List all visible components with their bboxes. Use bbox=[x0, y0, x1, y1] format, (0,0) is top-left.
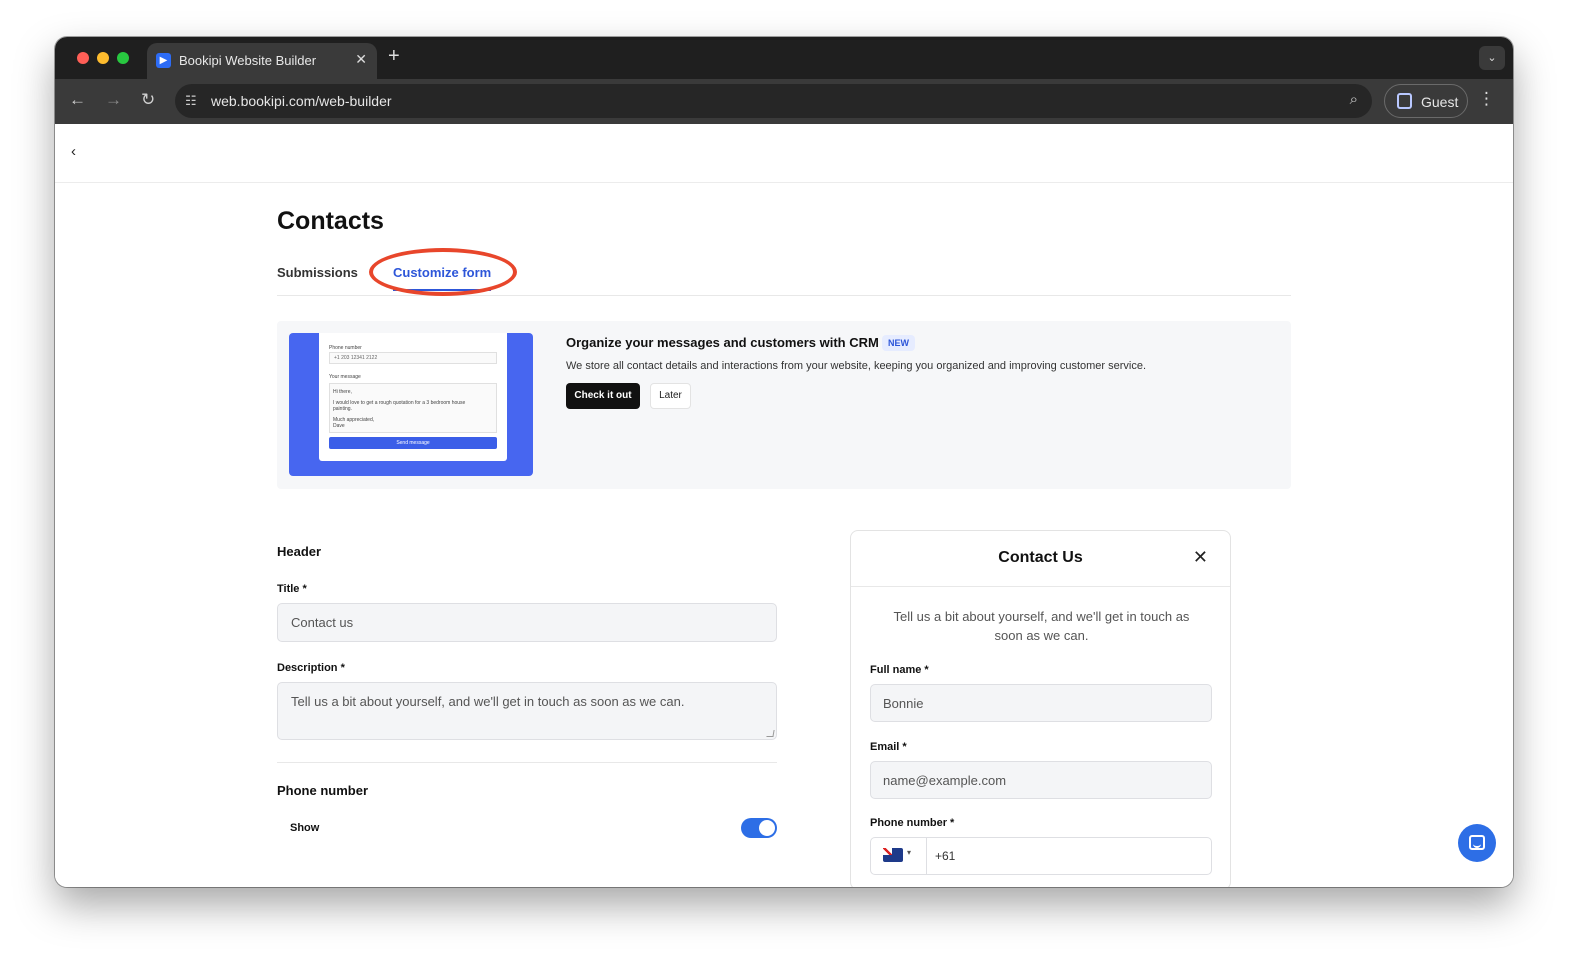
phone-separator bbox=[926, 838, 927, 874]
browser-toolbar: ← → ↻ ☷ web.bookipi.com/web-builder ⌕ Gu… bbox=[55, 79, 1513, 124]
close-window-button[interactable] bbox=[77, 52, 89, 64]
full-name-input[interactable]: Bonnie bbox=[870, 684, 1212, 722]
back-chevron-icon[interactable]: ‹ bbox=[71, 143, 76, 160]
page-title: Contacts bbox=[277, 207, 384, 235]
forward-arrow-icon[interactable]: → bbox=[105, 90, 122, 110]
browser-window: ▶ Bookipi Website Builder ✕ + ⌄ ← → ↻ ☷ … bbox=[55, 37, 1513, 887]
bookipi-favicon-icon: ▶ bbox=[156, 53, 171, 68]
description-field-label: Description * bbox=[277, 662, 345, 674]
description-textarea[interactable]: Tell us a bit about yourself, and we'll … bbox=[277, 682, 777, 740]
full-name-label: Full name * bbox=[870, 664, 929, 676]
preview-title: Contact Us bbox=[998, 549, 1083, 566]
maximize-window-button[interactable] bbox=[117, 52, 129, 64]
site-settings-icon[interactable]: ☷ bbox=[185, 93, 197, 109]
title-field-label: Title * bbox=[277, 583, 307, 595]
preview-send-button: Send message bbox=[329, 437, 497, 449]
email-label: Email * bbox=[870, 741, 907, 753]
browser-menu-icon[interactable]: ⋮ bbox=[1478, 89, 1495, 109]
tab-close-icon[interactable]: ✕ bbox=[355, 51, 367, 68]
minimize-window-button[interactable] bbox=[97, 52, 109, 64]
address-bar[interactable]: ☷ web.bookipi.com/web-builder ⌕ bbox=[175, 84, 1372, 118]
annotation-circle bbox=[369, 248, 517, 296]
preview-message-label: Your message bbox=[329, 374, 361, 380]
contact-form-preview: Contact Us ✕ Tell us a bit about yoursel… bbox=[850, 530, 1231, 887]
browser-tab[interactable]: ▶ Bookipi Website Builder ✕ bbox=[147, 43, 377, 79]
email-input[interactable]: name@example.com bbox=[870, 761, 1212, 799]
australia-flag-icon[interactable] bbox=[883, 848, 903, 862]
close-icon[interactable]: ✕ bbox=[1193, 547, 1208, 567]
profile-label: Guest bbox=[1421, 94, 1459, 110]
preview-phone-label: Phone number bbox=[329, 345, 362, 351]
header-section-title: Header bbox=[277, 544, 322, 559]
title-input[interactable]: Contact us bbox=[277, 603, 777, 642]
zoom-icon[interactable]: ⌕ bbox=[1350, 91, 1358, 108]
toggle-knob bbox=[759, 820, 775, 836]
section-divider bbox=[277, 762, 777, 763]
chat-icon bbox=[1469, 835, 1485, 850]
description-text: Tell us a bit about yourself, and we'll … bbox=[291, 694, 685, 709]
phone-section-title: Phone number bbox=[277, 783, 369, 798]
new-badge: NEW bbox=[882, 335, 915, 351]
preview-description: Tell us a bit about yourself, and we'll … bbox=[893, 609, 1190, 643]
phone-input[interactable]: ▾ +61 bbox=[870, 837, 1212, 875]
new-tab-icon[interactable]: + bbox=[388, 45, 400, 67]
reload-icon[interactable]: ↻ bbox=[141, 90, 155, 110]
browser-titlebar: ▶ Bookipi Website Builder ✕ + ⌄ bbox=[55, 37, 1513, 79]
later-button[interactable]: Later bbox=[650, 383, 691, 409]
chevron-down-icon[interactable]: ▾ bbox=[907, 848, 911, 857]
guest-profile-button[interactable]: Guest bbox=[1384, 84, 1468, 118]
check-it-out-button[interactable]: Check it out bbox=[566, 383, 640, 409]
show-phone-toggle[interactable] bbox=[741, 818, 777, 838]
tab-search-dropdown-icon[interactable]: ⌄ bbox=[1479, 46, 1505, 70]
url-text[interactable]: web.bookipi.com/web-builder bbox=[211, 93, 392, 109]
chat-support-button[interactable] bbox=[1458, 824, 1496, 862]
preview-phone-field: +1 203 12341 2122 bbox=[329, 352, 497, 364]
preview-message-body: I would love to get a rough quotation fo… bbox=[333, 400, 466, 412]
crm-preview-card: Phone number +1 203 12341 2122 Your mess… bbox=[319, 333, 507, 461]
phone-country-code: +61 bbox=[935, 849, 956, 863]
crm-heading: Organize your messages and customers wit… bbox=[566, 335, 879, 350]
phone-label: Phone number * bbox=[870, 817, 955, 829]
crm-description: We store all contact details and interac… bbox=[566, 360, 1147, 372]
show-phone-label: Show bbox=[290, 822, 320, 834]
tab-submissions[interactable]: Submissions bbox=[277, 265, 358, 280]
resize-handle-icon[interactable] bbox=[766, 730, 775, 737]
preview-message-greeting: Hi there, bbox=[333, 389, 352, 395]
page-top-bar: ‹ bbox=[55, 124, 1513, 183]
profile-icon bbox=[1397, 93, 1412, 109]
crm-promo-banner: Phone number +1 203 12341 2122 Your mess… bbox=[277, 321, 1291, 489]
preview-header: Contact Us ✕ bbox=[851, 531, 1230, 587]
back-arrow-icon[interactable]: ← bbox=[69, 90, 86, 110]
preview-message-name: Dave bbox=[333, 423, 345, 429]
web-page: ‹ Contacts Submissions Customize form Ph… bbox=[55, 124, 1513, 887]
crm-preview-image: Phone number +1 203 12341 2122 Your mess… bbox=[289, 333, 533, 476]
tab-title: Bookipi Website Builder bbox=[179, 53, 317, 68]
